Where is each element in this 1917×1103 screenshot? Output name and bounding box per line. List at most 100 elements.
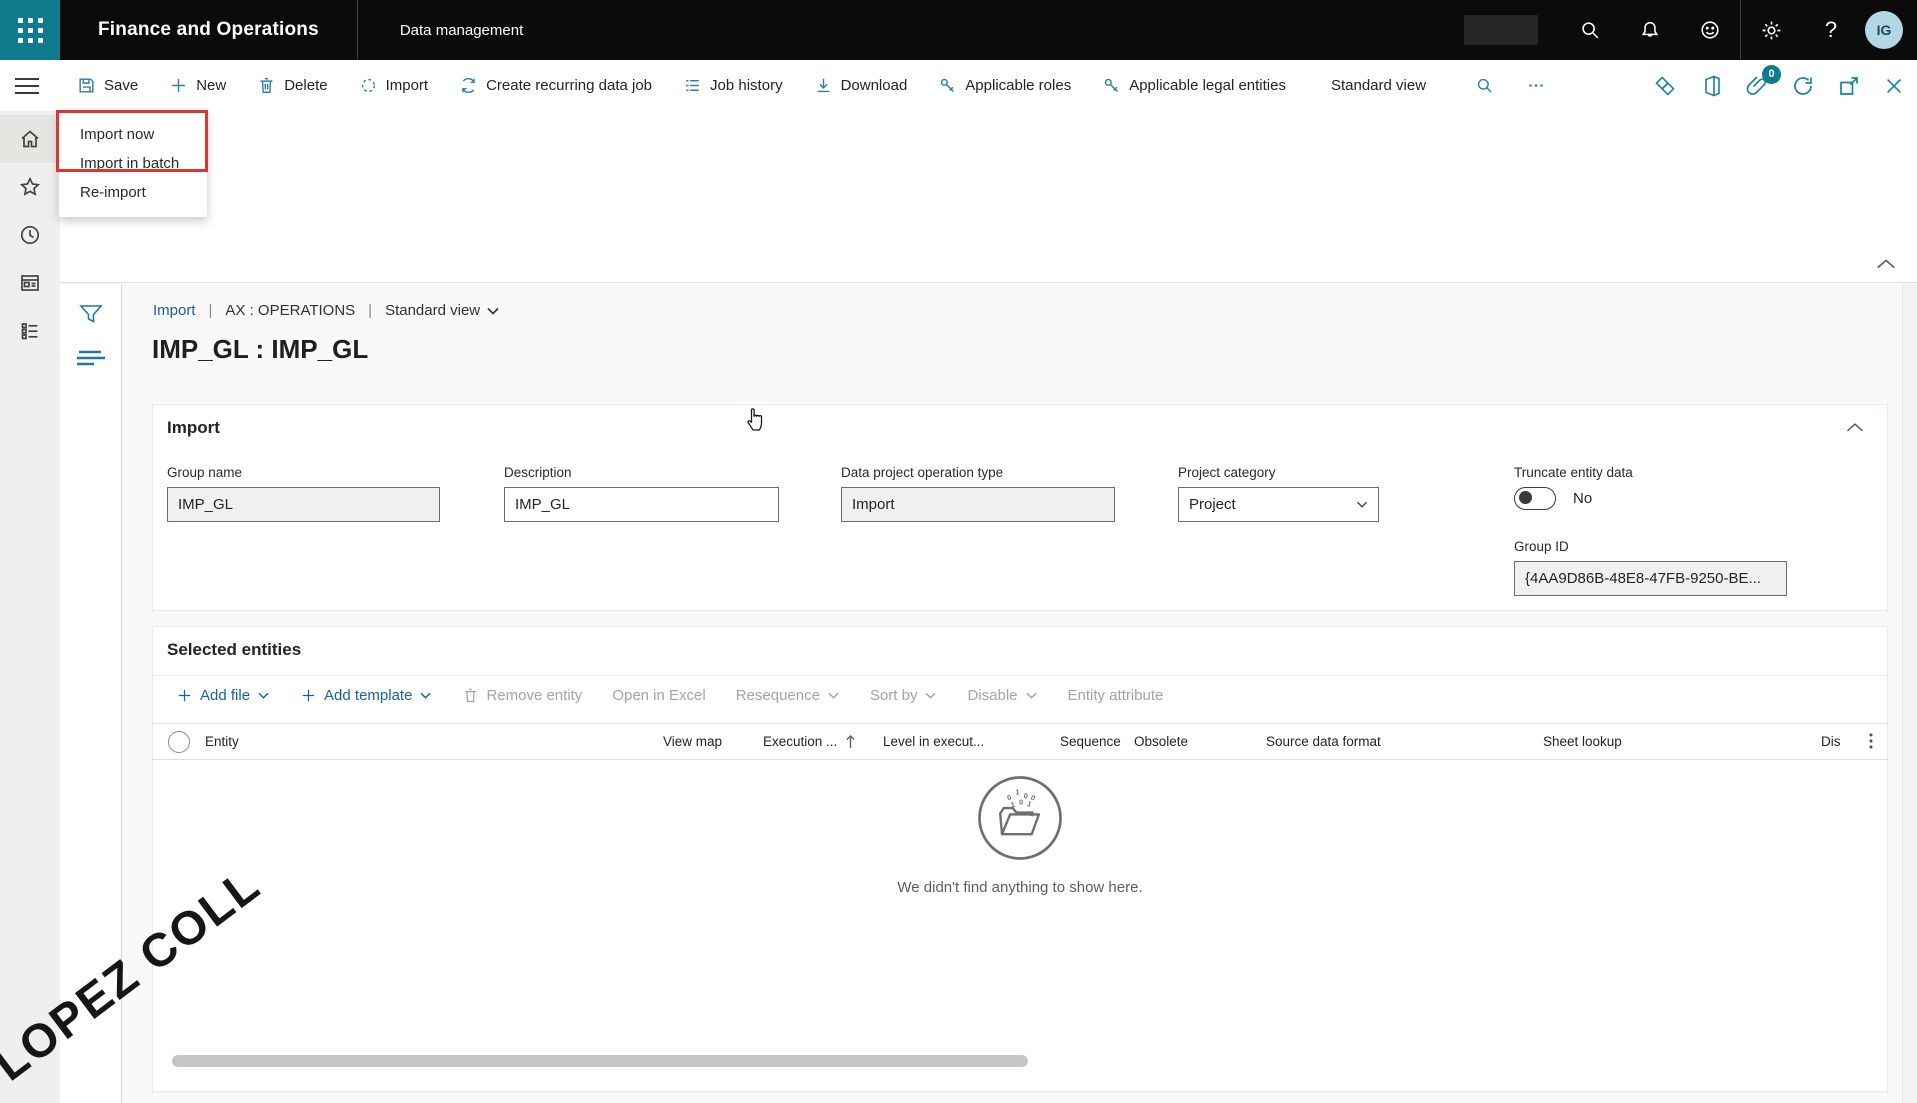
close-button[interactable] — [1883, 75, 1905, 97]
add-template-label: Add template — [324, 687, 412, 704]
project-category-select[interactable]: Project — [1178, 487, 1379, 522]
breadcrumb-view-selector[interactable]: Standard view — [385, 302, 500, 319]
applicable-roles-label: Applicable roles — [965, 77, 1071, 94]
menu-item-re-import[interactable]: Re-import — [59, 178, 207, 207]
applicable-legal-entities-label: Applicable legal entities — [1129, 77, 1286, 94]
job-history-label: Job history — [710, 77, 783, 94]
open-in-excel-label: Open in Excel — [612, 687, 705, 704]
open-in-office-button[interactable] — [1699, 74, 1723, 98]
select-all-checkbox[interactable] — [168, 731, 190, 753]
delete-label: Delete — [284, 77, 327, 94]
app-subtitle: Data management — [400, 22, 523, 39]
chevron-up-icon — [1875, 257, 1897, 271]
add-template-button[interactable]: Add template — [300, 687, 432, 704]
action-search-button[interactable] — [1475, 76, 1494, 95]
app-launcher-button[interactable] — [0, 0, 60, 60]
breadcrumb-import-link[interactable]: Import — [153, 302, 196, 319]
column-options-kebab[interactable] — [1863, 731, 1879, 751]
column-view-map[interactable]: View map — [663, 734, 763, 749]
chevron-down-icon — [257, 691, 270, 700]
refresh-button[interactable] — [1791, 74, 1815, 98]
truncate-toggle[interactable] — [1514, 487, 1556, 510]
import-collapse-button[interactable] — [1845, 421, 1865, 434]
menu-item-import-now[interactable]: Import now — [59, 120, 207, 149]
align-lines-icon — [76, 349, 106, 367]
save-button[interactable]: Save — [77, 76, 138, 95]
download-icon — [814, 76, 833, 95]
plus-icon — [169, 76, 188, 95]
open-in-new-window-button[interactable] — [1837, 74, 1861, 98]
column-sheet-lookup[interactable]: Sheet lookup — [1543, 734, 1821, 749]
settings-button[interactable] — [1741, 0, 1801, 60]
search-button[interactable] — [1560, 0, 1620, 60]
group-name-input — [167, 487, 440, 522]
question-icon: ? — [1825, 17, 1837, 43]
sort-by-button: Sort by — [870, 687, 938, 704]
menu-item-import-in-batch[interactable]: Import in batch — [59, 149, 207, 178]
column-execution[interactable]: Execution ... — [763, 734, 883, 749]
resequence-label: Resequence — [736, 687, 820, 704]
delete-button[interactable]: Delete — [257, 76, 327, 95]
operation-type-field: Data project operation type — [841, 465, 1115, 522]
selected-entities-title: Selected entities — [167, 640, 301, 660]
rail-favorites-button[interactable] — [0, 163, 60, 211]
group-id-input — [1514, 561, 1787, 596]
redacted-environment-box — [1464, 15, 1538, 45]
avatar[interactable]: IG — [1865, 11, 1903, 49]
workspace-window-icon — [18, 271, 42, 295]
job-history-button[interactable]: Job history — [683, 76, 783, 95]
attachments-button[interactable]: 0 — [1745, 74, 1769, 98]
applicable-legal-entities-button[interactable]: Applicable legal entities — [1102, 76, 1286, 95]
download-button[interactable]: Download — [814, 76, 908, 95]
topbar: Finance and Operations Data management ?… — [0, 0, 1917, 60]
rail-home-button[interactable] — [0, 115, 60, 163]
plus-icon — [176, 687, 193, 704]
notifications-button[interactable] — [1620, 0, 1680, 60]
truncate-value: No — [1573, 490, 1592, 507]
description-field: Description — [504, 465, 779, 522]
filter-button[interactable] — [60, 292, 122, 336]
personalize-button[interactable] — [1653, 74, 1677, 98]
attachments-count-badge: 0 — [1762, 65, 1781, 84]
kebab-icon — [1863, 731, 1879, 751]
create-recurring-data-job-button[interactable]: Create recurring data job — [459, 76, 652, 95]
column-source-data-format[interactable]: Source data format — [1266, 734, 1543, 749]
vertical-scrollbar-track[interactable] — [1902, 284, 1917, 1103]
nav-toggle-button[interactable] — [14, 72, 46, 100]
applicable-roles-button[interactable]: Applicable roles — [938, 76, 1071, 95]
column-sequence[interactable]: Sequence — [1060, 734, 1134, 749]
column-entity[interactable]: Entity — [205, 734, 663, 749]
view-selector-label: Standard view — [1331, 77, 1426, 94]
rail-recent-button[interactable] — [0, 211, 60, 259]
refresh-icon — [1791, 74, 1815, 98]
description-label: Description — [504, 465, 779, 480]
screen: Finance and Operations Data management ?… — [0, 0, 1917, 1103]
panel-lines-button[interactable] — [60, 336, 122, 380]
app-title[interactable]: Finance and Operations — [98, 19, 319, 41]
breadcrumb-view-label: Standard view — [385, 302, 480, 319]
breadcrumb: Import | AX : OPERATIONS | Standard view — [153, 302, 500, 319]
rail-workspaces-button[interactable] — [0, 259, 60, 307]
empty-folder-icon: 0 1 0 1 0 1 0 — [975, 773, 1065, 863]
group-id-label: Group ID — [1514, 539, 1787, 554]
plus-icon — [300, 687, 317, 704]
help-button[interactable]: ? — [1801, 0, 1861, 60]
import-button[interactable]: Import — [359, 76, 429, 95]
more-commands-button[interactable] — [1525, 76, 1547, 95]
description-input[interactable] — [504, 487, 779, 522]
column-level[interactable]: Level in execut... — [883, 734, 1060, 749]
create-recurring-data-job-label: Create recurring data job — [486, 77, 652, 94]
add-file-button[interactable]: Add file — [176, 687, 270, 704]
operation-type-label: Data project operation type — [841, 465, 1115, 480]
new-button[interactable]: New — [169, 76, 226, 95]
view-selector[interactable]: Standard view — [1331, 77, 1426, 94]
feedback-button[interactable] — [1680, 0, 1740, 60]
collapse-pane-button[interactable] — [1875, 257, 1897, 271]
horizontal-scrollbar[interactable] — [172, 1055, 1028, 1067]
selected-entities-section: Selected entities Add file Add template … — [152, 626, 1888, 1092]
add-file-label: Add file — [200, 687, 250, 704]
svg-text:0: 0 — [1029, 793, 1037, 803]
search-icon — [1579, 19, 1601, 41]
column-obsolete[interactable]: Obsolete — [1134, 734, 1266, 749]
rail-modules-button[interactable] — [0, 307, 60, 355]
